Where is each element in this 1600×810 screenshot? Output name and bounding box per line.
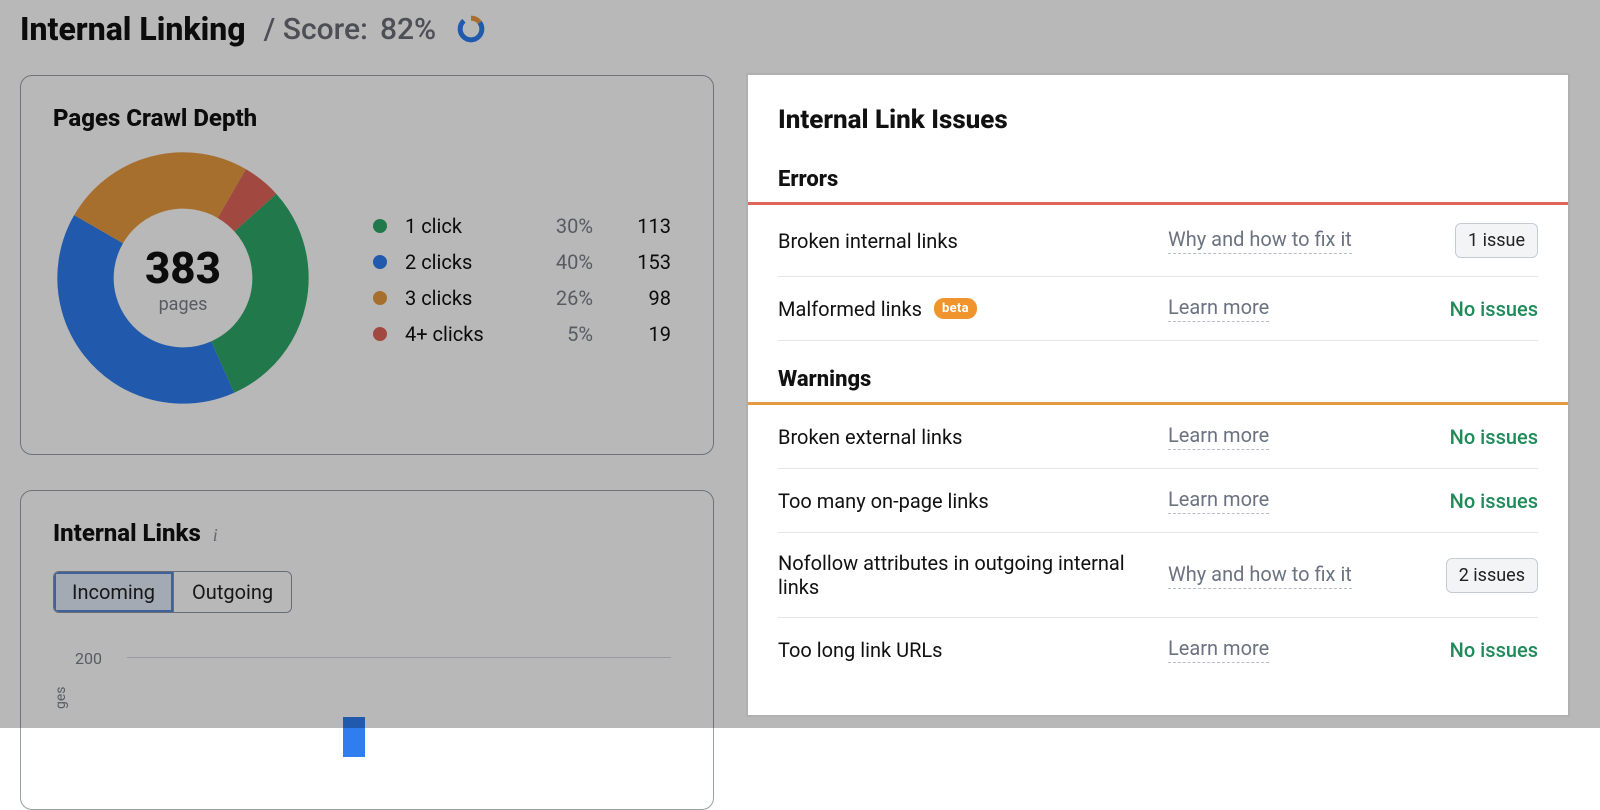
legend-count: 98 [601,286,671,310]
issue-title: Too many on-page links [778,489,989,513]
page-title: Internal Linking [20,10,246,48]
legend-label: 2 clicks [405,250,505,274]
legend-count: 153 [601,250,671,274]
internal-link-issues-panel: Internal Link Issues Errors Broken inter… [748,75,1568,715]
legend-label: 1 click [405,214,505,238]
legend-row[interactable]: 1 click 30% 113 [373,208,681,244]
crawl-depth-total: 383 [145,246,221,290]
score-prefix: / Score: [264,12,368,47]
legend-row[interactable]: 2 clicks 40% 153 [373,244,681,280]
issue-help-link[interactable]: Why and how to fix it [1168,227,1352,254]
issue-title: Malformed links [778,297,922,321]
legend-pct: 26% [513,286,593,310]
page-header: Internal Linking / Score: 82% [20,10,486,48]
internal-links-title-text: Internal Links [53,519,201,547]
legend-dot-icon [373,255,387,269]
chart-bar [343,717,365,757]
issue-title: Nofollow attributes in outgoing internal… [778,551,1138,599]
legend-label: 3 clicks [405,286,505,310]
issue-row[interactable]: Too many on-page links Learn more No iss… [778,469,1538,533]
beta-badge: beta [934,298,977,319]
legend-pct: 40% [513,250,593,274]
issue-row[interactable]: Malformed links beta Learn more No issue… [778,277,1538,341]
issue-row[interactable]: Too long link URLs Learn more No issues [778,618,1538,681]
legend-row[interactable]: 3 clicks 26% 98 [373,280,681,316]
tab-outgoing[interactable]: Outgoing [173,572,291,612]
tabset: Incoming Outgoing [53,571,292,613]
info-icon[interactable]: i [213,525,218,545]
issue-status-ok: No issues [1450,297,1538,321]
grid-line [127,657,671,658]
issue-help-link[interactable]: Learn more [1168,636,1269,663]
issues-panel-title: Internal Link Issues [778,105,1538,135]
issue-row[interactable]: Nofollow attributes in outgoing internal… [778,533,1538,618]
legend-pct: 30% [513,214,593,238]
issue-help-link[interactable]: Learn more [1168,487,1269,514]
legend-pct: 5% [513,322,593,346]
issue-help-link[interactable]: Learn more [1168,295,1269,322]
tab-incoming[interactable]: Incoming [54,572,173,612]
crawl-depth-total-label: pages [145,294,221,315]
issue-row[interactable]: Broken internal links Why and how to fix… [778,205,1538,277]
issue-status-ok: No issues [1450,638,1538,662]
issue-count-badge[interactable]: 1 issue [1455,223,1538,258]
crawl-depth-title: Pages Crawl Depth [53,104,681,132]
crawl-depth-donut: 383 pages [53,150,313,410]
issue-title: Broken internal links [778,229,958,253]
legend-row[interactable]: 4+ clicks 5% 19 [373,316,681,352]
legend-label: 4+ clicks [405,322,505,346]
issue-status-ok: No issues [1450,425,1538,449]
issue-title: Too long link URLs [778,638,943,662]
yaxis-title: ges [53,686,69,709]
crawl-depth-card: Pages Crawl Depth [20,75,714,455]
legend-dot-icon [373,291,387,305]
issue-help-link[interactable]: Why and how to fix it [1168,562,1352,589]
legend-count: 19 [601,322,671,346]
legend-dot-icon [373,327,387,341]
internal-links-title: Internal Links i [53,519,681,547]
score-value: 82% [380,12,436,47]
score-mini-donut-icon [456,14,486,44]
crawl-depth-legend: 1 click 30% 113 2 clicks 40% 153 3 click… [373,208,681,352]
legend-count: 113 [601,214,671,238]
issue-title: Broken external links [778,425,962,449]
issue-row[interactable]: Broken external links Learn more No issu… [778,405,1538,469]
errors-section-label: Errors [778,167,1538,192]
issue-status-ok: No issues [1450,489,1538,513]
ytick-200: 200 [75,649,102,668]
issue-help-link[interactable]: Learn more [1168,423,1269,450]
issue-count-badge[interactable]: 2 issues [1446,558,1538,593]
internal-links-card: Internal Links i Incoming Outgoing ges 2… [20,490,714,810]
internal-links-chart: ges 200 [53,637,681,757]
warnings-section-label: Warnings [778,367,1538,392]
legend-dot-icon [373,219,387,233]
